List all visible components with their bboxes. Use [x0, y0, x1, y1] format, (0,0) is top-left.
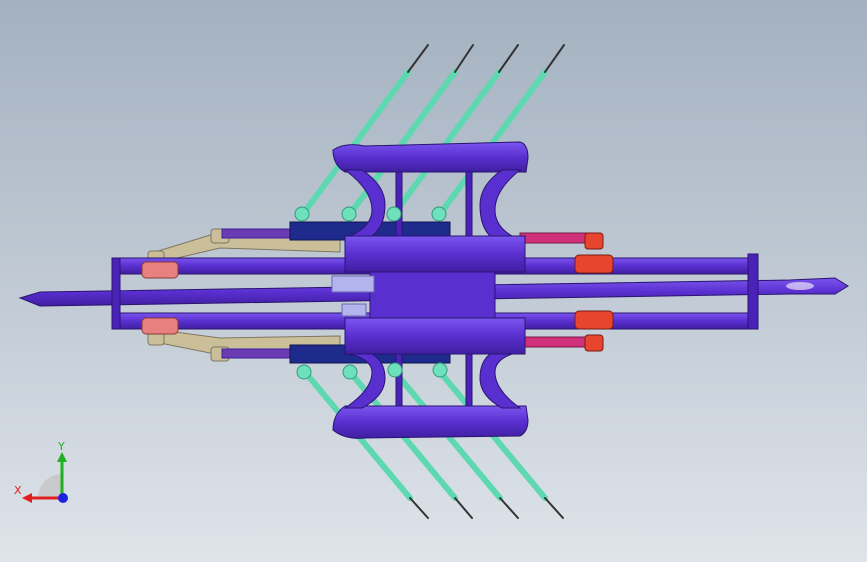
z-axis-icon: [58, 493, 68, 503]
coordinate-triad: Y X: [14, 440, 68, 503]
lower-rod-group: [302, 369, 564, 519]
y-axis-label: Y: [57, 440, 65, 453]
upper-rod-group: [300, 44, 565, 217]
lower-clamp: [332, 353, 529, 439]
triad-plane-icon: [38, 474, 62, 498]
x-axis-label: X: [14, 484, 22, 497]
assembly-model[interactable]: [0, 0, 867, 562]
3d-viewport[interactable]: Y X: [0, 0, 867, 562]
